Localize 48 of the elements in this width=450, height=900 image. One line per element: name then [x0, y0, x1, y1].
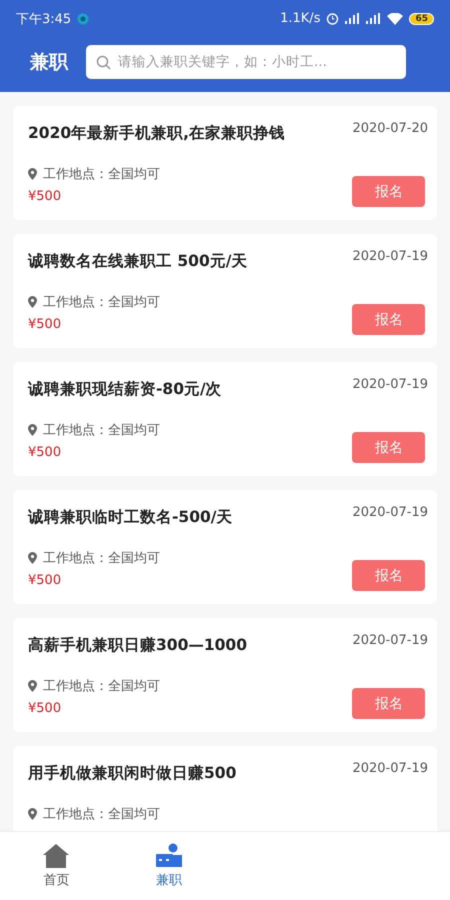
alarm-icon [326, 12, 340, 25]
job-date: 2020-07-19 [352, 377, 428, 394]
location-pin-icon [28, 552, 37, 564]
person-briefcase-icon [154, 843, 184, 869]
location-pin-icon [28, 296, 37, 308]
apply-button[interactable]: 报名 [352, 560, 426, 591]
job-title: 用手机做兼职闲时做日赚500 [28, 763, 238, 784]
job-price: ¥500 [28, 445, 62, 460]
job-title: 诚聘兼职临时工数名-500/天 [28, 507, 234, 528]
job-location: 工作地点：全国均可 [43, 550, 160, 567]
location-pin-icon [28, 680, 37, 692]
job-date: 2020-07-19 [352, 505, 428, 522]
job-location: 工作地点：全国均可 [43, 422, 160, 439]
signal-icon [345, 13, 360, 24]
job-date: 2020-07-19 [352, 249, 428, 266]
apply-button[interactable]: 报名 [352, 432, 426, 463]
search-field[interactable]: 请输入兼职关键字，如：小时工... [86, 44, 406, 78]
location-pin-icon [28, 424, 37, 436]
signal-icon [366, 13, 382, 24]
wifi-icon [387, 12, 404, 24]
job-title: 2020年最新手机兼职,在家兼职挣钱 [28, 123, 286, 144]
job-price: ¥500 [28, 317, 62, 332]
page-title: 兼职 [30, 50, 68, 74]
apply-button[interactable]: 报名 [352, 176, 426, 207]
job-title: 高薪手机兼职日赚300—1000 [28, 635, 248, 656]
job-location: 工作地点：全国均可 [43, 166, 160, 183]
nav-tab[interactable]: 首页 [0, 832, 112, 900]
apply-button[interactable]: 报名 [352, 688, 426, 719]
battery-level: 65 [409, 12, 434, 24]
apply-button[interactable]: 报名 [352, 304, 426, 335]
job-location: 工作地点：全国均可 [43, 294, 160, 311]
job-title: 诚聘兼职现结薪资-80元/次 [28, 379, 223, 400]
location-pin-icon [28, 808, 37, 820]
job-price: ¥500 [28, 189, 62, 204]
job-price: ¥500 [28, 701, 62, 716]
status-time: 下午3:45 [16, 10, 72, 28]
job-date: 2020-07-19 [352, 633, 428, 650]
nav-tab[interactable]: 兼职 [112, 832, 225, 900]
job-date: 2020-07-20 [352, 121, 428, 138]
job-location: 工作地点：全国均可 [43, 678, 160, 695]
app-notification-icon [77, 12, 90, 24]
job-title: 诚聘数名在线兼职工 500元/天 [28, 251, 248, 272]
job-price: ¥500 [28, 573, 62, 588]
network-speed: 1.1K/s [280, 11, 320, 26]
job-location: 工作地点：全国均可 [43, 806, 160, 823]
job-date: 2020-07-19 [352, 761, 428, 778]
house-icon [42, 843, 70, 869]
location-pin-icon [28, 168, 37, 180]
